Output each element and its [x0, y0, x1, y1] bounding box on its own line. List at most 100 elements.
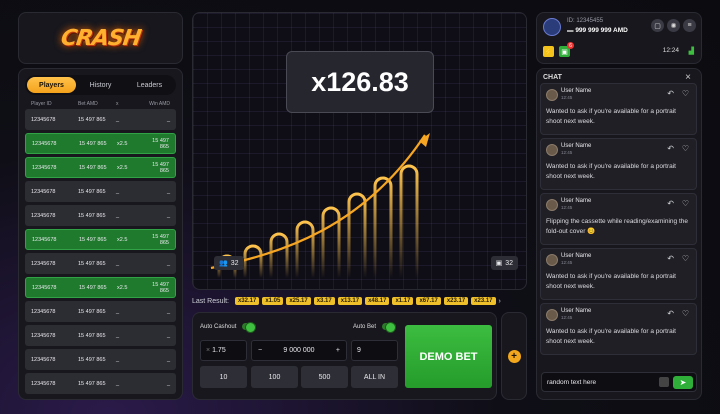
result-chip: x67.17	[416, 297, 441, 305]
gear-icon[interactable]: ✺	[667, 19, 680, 32]
cell-win: _	[166, 332, 170, 339]
cell-bet: 15 497 865	[79, 164, 107, 171]
result-chip: x3.17	[313, 297, 335, 305]
cell-win: _	[166, 308, 170, 315]
chat-panel: CHAT × User Name 12:45 ↶ ♡ Wanted to ask if …	[536, 68, 702, 400]
reply-icon[interactable]: ↶	[667, 89, 674, 98]
cell-id: 12345678	[32, 236, 57, 243]
heart-icon[interactable]: ♡	[682, 144, 689, 153]
heart-icon[interactable]: ♡	[682, 199, 689, 208]
message-time: 12:45	[561, 260, 573, 265]
growth-bar	[295, 220, 315, 278]
cell-x: _	[116, 356, 120, 363]
cell-id: 12345678	[31, 116, 56, 123]
message-author: User Name	[561, 253, 592, 259]
table-row: 12345678 15 497 865 _ _	[25, 253, 176, 274]
decrease-button[interactable]: −	[258, 347, 262, 354]
heart-icon[interactable]: ♡	[682, 309, 689, 318]
reply-icon[interactable]: ↶	[667, 309, 674, 318]
cell-id: 12345678	[32, 140, 57, 147]
avatar[interactable]	[546, 254, 558, 266]
bet-amount-field: − 9 000 000 +	[251, 340, 347, 361]
reply-icon[interactable]: ↶	[667, 144, 674, 153]
chat-message: User Name 12:45 ↶ ♡ Wanted to ask if you're …	[540, 303, 697, 355]
lightning-icon[interactable]: ⚡	[543, 46, 554, 57]
players-tabs: Players History Leaders	[25, 75, 176, 95]
cell-win: _	[166, 116, 170, 123]
chevron-right-icon[interactable]: ›	[499, 298, 501, 305]
chat-icon[interactable]: ▢	[651, 19, 664, 32]
auto-cashout-toggle[interactable]	[242, 322, 257, 333]
user-id: ID: 12345455	[567, 18, 604, 24]
quick-bet-10[interactable]: 10	[200, 366, 247, 388]
bets-count: 32	[505, 259, 513, 267]
user-balance: ▬ 999 999 999 AMD	[567, 27, 628, 34]
avatar[interactable]	[546, 89, 558, 101]
reply-icon[interactable]: ↶	[667, 254, 674, 263]
heart-icon[interactable]: ♡	[682, 89, 689, 98]
avatar[interactable]	[543, 18, 561, 36]
cell-bet: 15 497 865	[78, 332, 106, 339]
cell-x: _	[116, 380, 120, 387]
avatar[interactable]	[546, 309, 558, 321]
result-chip: x23.17	[443, 297, 469, 305]
message-text: Wanted to ask if you're available for a …	[546, 273, 676, 290]
table-row: 12345678 15 497 865 _ _	[25, 181, 176, 202]
coins-icon: ▣	[495, 260, 503, 267]
quick-bet-all-in[interactable]: ALL IN	[351, 366, 398, 388]
table-row: 12345678 15 497 865 _ _	[25, 109, 176, 130]
message-text: Wanted to ask if you're available for a …	[546, 108, 676, 125]
growth-bar	[321, 206, 341, 278]
quick-bet-100[interactable]: 100	[251, 366, 298, 388]
message-author: User Name	[561, 308, 592, 314]
quick-bet-500[interactable]: 500	[301, 366, 348, 388]
cell-bet: 15 497 865	[79, 140, 107, 147]
add-bet-button[interactable]: +	[507, 349, 521, 363]
menu-icon[interactable]: ≡	[683, 19, 696, 32]
growth-curve	[210, 134, 426, 270]
auto-bet-input[interactable]: 9	[351, 340, 398, 361]
cell-win: _	[166, 188, 170, 195]
demo-bet-button[interactable]: DEMO BET	[405, 325, 492, 388]
last-results-bar: Last Result: x32.17 x1.05 x25.17 x3.17 x13.1…	[192, 294, 527, 308]
growth-bar	[347, 192, 367, 278]
cell-id: 12345678	[31, 356, 56, 363]
chat-input-value: random text here	[547, 378, 597, 386]
auto-bet-label: Auto Bet	[353, 323, 377, 330]
players-panel: Players History Leaders Player ID Bet AM…	[18, 68, 183, 400]
auto-cashout-label: Auto Cashout	[200, 323, 237, 330]
chat-input[interactable]: random text here ➤	[541, 372, 697, 392]
message-author: User Name	[561, 88, 592, 94]
cell-id: 12345678	[31, 188, 56, 195]
heart-icon[interactable]: ♡	[682, 254, 689, 263]
chat-message: User Name 12:45 ↶ ♡ Flipping the cassette wh…	[540, 193, 697, 245]
cell-win: 15 497 865	[152, 233, 169, 246]
avatar[interactable]	[546, 144, 558, 156]
avatar[interactable]	[546, 199, 558, 211]
close-icon[interactable]: ×	[685, 72, 691, 83]
tab-history[interactable]: History	[76, 77, 125, 93]
send-button[interactable]: ➤	[673, 376, 693, 389]
auto-bet-toggle[interactable]	[382, 322, 397, 333]
last-result-chips: x32.17 x1.05 x25.17 x3.17 x13.17 x48.17 x1.17 x…	[234, 297, 496, 305]
increase-button[interactable]: +	[336, 347, 340, 354]
players-count: 32	[230, 259, 239, 267]
cell-bet: 15 497 865	[79, 236, 107, 243]
last-result-label: Last Result:	[192, 297, 229, 305]
cell-id: 12345678	[31, 308, 56, 315]
tab-players[interactable]: Players	[27, 77, 76, 93]
table-row: 12345678 15 497 865 _ _	[25, 301, 176, 322]
cell-id: 12345678	[31, 332, 56, 339]
table-row: 12345678 15 497 865 _ _	[25, 373, 176, 394]
reply-icon[interactable]: ↶	[667, 199, 674, 208]
tab-leaders[interactable]: Leaders	[125, 77, 174, 93]
cell-id: 12345678	[31, 380, 56, 387]
cell-bet: 15 497 865	[78, 356, 106, 363]
cashout-input[interactable]: × 1.75	[200, 340, 247, 361]
table-row: 12345678 15 497 865 x2.5 15 497 865	[25, 277, 176, 298]
emoji-icon[interactable]	[659, 377, 669, 387]
header-player-id: Player ID	[31, 101, 52, 107]
user-panel: ID: 12345455 ▬ 999 999 999 AMD ▢ ✺ ≡ ⚡ ▣…	[536, 12, 702, 64]
balance-value: 999 999 999 AMD	[575, 27, 628, 34]
bet-amount-value[interactable]: 9 000 000	[283, 347, 314, 354]
